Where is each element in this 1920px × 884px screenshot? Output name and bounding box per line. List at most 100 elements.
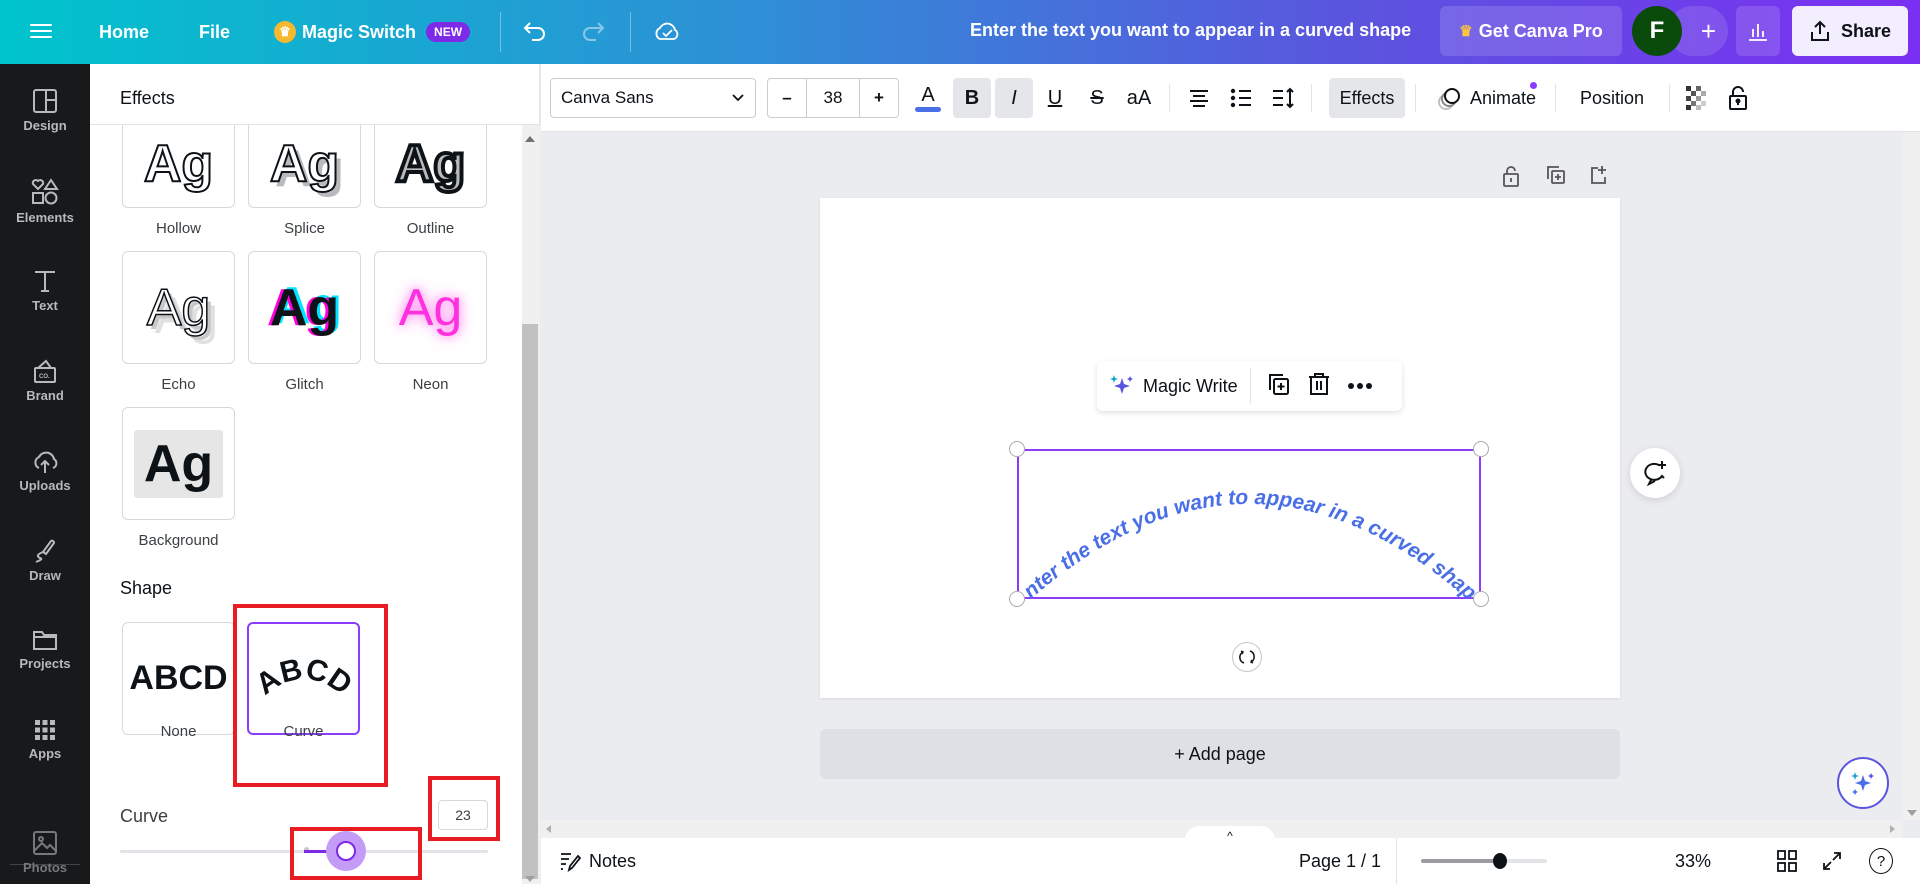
lock-button[interactable] — [1721, 78, 1755, 118]
scroll-right-arrow[interactable] — [1890, 825, 1895, 833]
increase-font-size-button[interactable]: + — [860, 79, 898, 117]
rail-item-brand[interactable]: CO. Brand — [0, 358, 90, 403]
shape-none[interactable]: ABCD — [122, 622, 235, 735]
line-spacing-button[interactable] — [1265, 78, 1301, 118]
photos-icon — [33, 831, 57, 855]
zoom-percent[interactable]: 33% — [1675, 851, 1711, 872]
font-size-input[interactable]: 38 — [807, 79, 860, 117]
italic-button[interactable]: I — [995, 78, 1033, 118]
redo-icon[interactable] — [580, 18, 606, 49]
duplicate-button[interactable] — [1265, 371, 1291, 402]
shape-label: Curve — [283, 723, 324, 740]
align-center-button[interactable] — [1181, 78, 1217, 118]
more-options-button[interactable] — [1347, 377, 1373, 395]
decrease-font-size-button[interactable]: – — [768, 79, 807, 117]
effect-splice[interactable]: Ag — [248, 125, 361, 208]
effect-preview: Ag — [269, 134, 340, 194]
rail-item-projects[interactable]: Projects — [0, 628, 90, 671]
grid-view-button[interactable] — [1777, 850, 1797, 877]
rail-item-photos[interactable]: Photos — [0, 830, 90, 875]
hamburger-menu-icon[interactable] — [30, 20, 52, 42]
effect-hollow[interactable]: Ag — [122, 125, 235, 208]
avatar[interactable]: F — [1632, 6, 1682, 56]
document-title[interactable]: Enter the text you want to appear in a c… — [970, 20, 1411, 41]
file-menu-button[interactable]: File — [199, 12, 230, 52]
add-page-button[interactable]: + Add page — [820, 729, 1620, 779]
shape-curve[interactable]: ABCD — [247, 622, 360, 735]
insights-button[interactable] — [1736, 6, 1780, 56]
delete-button[interactable] — [1307, 371, 1331, 402]
scroll-down-arrow[interactable] — [525, 876, 535, 882]
text-color-button[interactable]: A — [910, 78, 946, 118]
magic-switch-button[interactable]: ♛ Magic Switch NEW — [274, 12, 471, 52]
effect-background[interactable]: Ag — [122, 407, 235, 520]
undo-icon[interactable] — [522, 18, 548, 49]
rail-item-elements[interactable]: Elements — [0, 178, 90, 225]
svg-text:Enter the text you want to app: Enter the text you want to appear in a c… — [1017, 449, 1481, 599]
notes-button[interactable]: Notes — [559, 850, 636, 872]
letter-case-button[interactable]: aA — [1121, 78, 1157, 118]
get-canva-pro-button[interactable]: ♛ Get Canva Pro — [1440, 6, 1622, 56]
add-page-icon-button[interactable] — [1588, 164, 1612, 188]
duplicate-page-button[interactable] — [1544, 164, 1568, 188]
effect-preview: Ag — [143, 134, 214, 194]
curve-value-input[interactable]: 23 — [438, 800, 488, 830]
rail-item-text[interactable]: Text — [0, 268, 90, 313]
share-button[interactable]: Share — [1792, 6, 1908, 56]
position-button[interactable]: Position — [1567, 78, 1657, 118]
curved-text-element[interactable]: Enter the text you want to appear in a c… — [1017, 449, 1481, 599]
line-spacing-icon — [1273, 87, 1294, 109]
text-color-icon: A — [921, 83, 935, 106]
page-indicator[interactable]: Page 1 / 1 — [1299, 851, 1381, 872]
divider — [1669, 84, 1670, 112]
draw-icon — [35, 539, 55, 563]
underline-button[interactable]: U — [1037, 78, 1073, 118]
rail-label: Projects — [19, 656, 71, 671]
scroll-down-arrow[interactable] — [1907, 810, 1917, 816]
effects-button[interactable]: Effects — [1329, 78, 1405, 118]
elements-icon — [31, 178, 59, 205]
transparency-button[interactable] — [1681, 78, 1715, 118]
selected-text-box[interactable]: Enter the text you want to appear in a c… — [1017, 449, 1481, 599]
effect-neon[interactable]: Ag — [374, 251, 487, 364]
resize-handle-top-right[interactable] — [1473, 441, 1489, 457]
resize-handle-top-left[interactable] — [1009, 441, 1025, 457]
font-name: Canva Sans — [561, 88, 654, 107]
animate-button[interactable]: Animate — [1431, 78, 1541, 118]
bold-button[interactable]: B — [953, 78, 991, 118]
lock-page-button[interactable] — [1500, 164, 1524, 188]
canvas-vertical-scrollbar[interactable] — [1903, 132, 1920, 820]
scroll-up-arrow[interactable] — [525, 136, 535, 142]
shape-heading: Shape — [120, 578, 173, 598]
rail-item-uploads[interactable]: Uploads — [0, 448, 90, 493]
rail-item-draw[interactable]: Draw — [0, 538, 90, 583]
resize-handle-bottom-left[interactable] — [1009, 591, 1025, 607]
scroll-left-arrow[interactable] — [546, 825, 551, 833]
home-button[interactable]: Home — [99, 12, 149, 52]
footer-bar: Notes Page 1 / 1 33% ? — [541, 838, 1920, 884]
panel-scrollbar-thumb[interactable] — [522, 324, 538, 879]
rail-item-design[interactable]: Design — [0, 88, 90, 133]
font-size-stepper: – 38 + — [767, 78, 899, 118]
rail-label: Photos — [22, 860, 68, 875]
rotate-handle[interactable] — [1232, 642, 1262, 672]
resize-handle-bottom-right[interactable] — [1473, 591, 1489, 607]
font-family-dropdown[interactable]: Canva Sans — [550, 78, 756, 118]
help-button[interactable]: ? — [1869, 848, 1893, 874]
effect-outline[interactable]: Ag — [374, 125, 487, 208]
cloud-saved-icon[interactable] — [652, 16, 682, 51]
magic-assistant-button[interactable] — [1837, 757, 1889, 809]
rail-label: Apps — [28, 746, 62, 761]
magic-write-button[interactable]: Magic Write — [1097, 368, 1251, 404]
design-page[interactable] — [820, 198, 1620, 698]
add-comment-button[interactable] — [1630, 448, 1680, 498]
effect-echo[interactable]: Ag — [122, 251, 235, 364]
zoom-slider-thumb[interactable] — [1493, 853, 1507, 869]
magic-write-label: Magic Write — [1143, 375, 1238, 396]
effect-glitch[interactable]: Ag — [248, 251, 361, 364]
strikethrough-button[interactable]: S — [1079, 78, 1115, 118]
bullet-list-button[interactable] — [1223, 78, 1259, 118]
fullscreen-button[interactable] — [1821, 850, 1843, 877]
rail-item-apps[interactable]: Apps — [0, 718, 90, 761]
top-bar: Home File ♛ Magic Switch NEW Enter the t… — [0, 0, 1920, 64]
